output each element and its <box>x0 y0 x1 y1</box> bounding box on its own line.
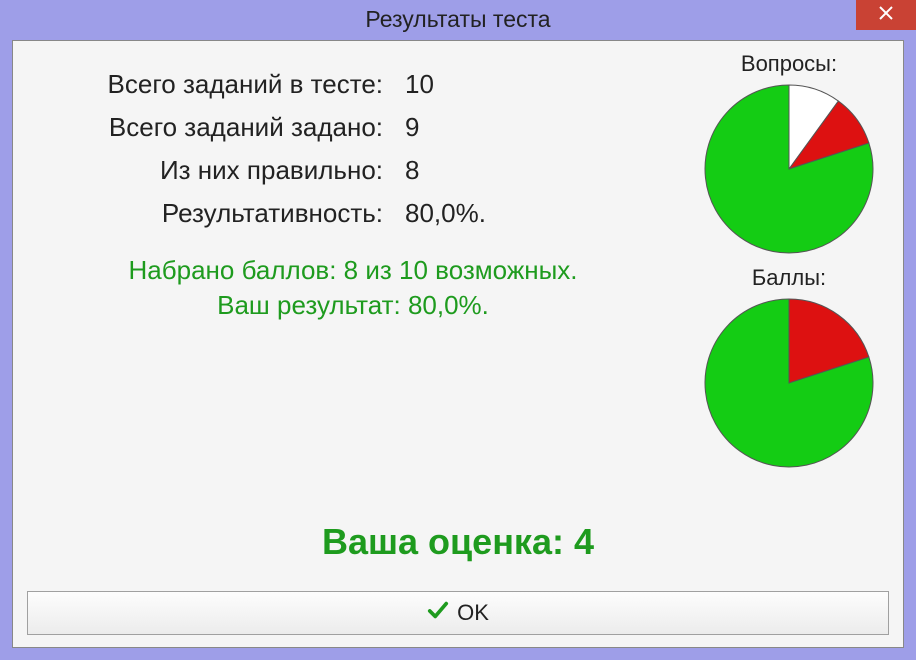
stat-row-efficiency: Результативность: 80,0%. <box>27 198 679 229</box>
pie-chart-points <box>689 293 889 473</box>
ok-button[interactable]: OK <box>27 591 889 635</box>
stat-row-asked: Всего заданий задано: 9 <box>27 112 679 143</box>
stat-label: Результативность: <box>27 198 397 229</box>
stat-value: 9 <box>397 112 419 143</box>
grade-area: Ваша оценка: 4 <box>27 521 889 563</box>
close-icon <box>879 6 893 25</box>
score-summary: Набрано баллов: 8 из 10 возможных. Ваш р… <box>27 253 679 323</box>
titlebar: Результаты теста <box>0 0 916 38</box>
window-title: Результаты теста <box>365 6 550 33</box>
stat-label: Всего заданий задано: <box>27 112 397 143</box>
stat-label: Всего заданий в тесте: <box>27 69 397 100</box>
chart-title: Вопросы: <box>689 51 889 77</box>
stat-value: 80,0%. <box>397 198 486 229</box>
content-panel: Всего заданий в тесте: 10 Всего заданий … <box>12 40 904 648</box>
chart-points: Баллы: <box>689 265 889 473</box>
dialog-window: Результаты теста Всего заданий в тесте: … <box>0 0 916 660</box>
summary-line: Ваш результат: 80,0%. <box>27 288 679 323</box>
charts-column: Вопросы: Баллы: <box>689 51 889 473</box>
upper-section: Всего заданий в тесте: 10 Всего заданий … <box>27 51 889 473</box>
check-icon <box>427 599 449 627</box>
summary-line: Набрано баллов: 8 из 10 возможных. <box>27 253 679 288</box>
stats-block: Всего заданий в тесте: 10 Всего заданий … <box>27 51 679 473</box>
grade-text: Ваша оценка: 4 <box>27 521 889 563</box>
stat-row-correct: Из них правильно: 8 <box>27 155 679 186</box>
ok-label: OK <box>457 600 489 626</box>
stat-row-total: Всего заданий в тесте: 10 <box>27 69 679 100</box>
chart-title: Баллы: <box>689 265 889 291</box>
stat-value: 8 <box>397 155 419 186</box>
stat-value: 10 <box>397 69 434 100</box>
pie-chart-questions <box>689 79 889 259</box>
chart-questions: Вопросы: <box>689 51 889 259</box>
close-button[interactable] <box>856 0 916 30</box>
stat-label: Из них правильно: <box>27 155 397 186</box>
